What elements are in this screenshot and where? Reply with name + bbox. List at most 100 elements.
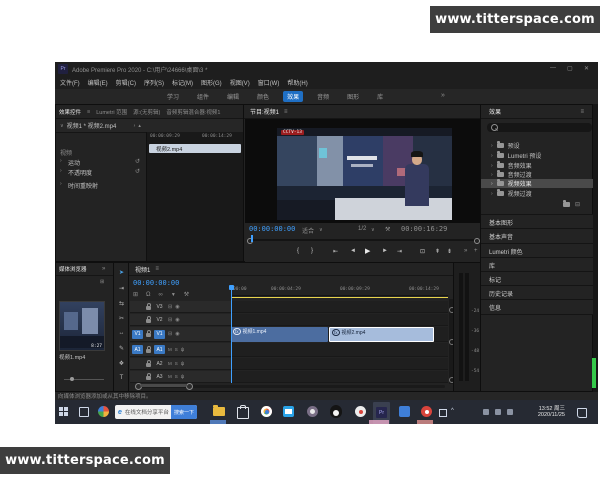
tab-lumetri-scopes[interactable]: Lumetri 范围 — [96, 108, 127, 116]
lock-icon[interactable] — [146, 372, 151, 380]
hscroll-thumb[interactable] — [140, 384, 187, 387]
minimize-button[interactable]: — — [550, 65, 556, 71]
timeline-playhead-line[interactable] — [231, 287, 232, 383]
lift-button[interactable]: ⇞ — [435, 248, 440, 255]
reset-icon[interactable]: ↺ — [135, 168, 140, 175]
playback-resolution-dropdown[interactable]: 1/2 — [358, 226, 366, 232]
track-lane-v3[interactable] — [231, 301, 448, 313]
bin-video-effects-selected[interactable]: › 视频效果 — [481, 179, 598, 188]
razor-tool[interactable]: ✂ — [114, 315, 129, 322]
tab-media-browser[interactable]: 媒体浏览器 — [59, 265, 99, 273]
hscroll-right-handle[interactable] — [186, 383, 193, 390]
go-to-out-button[interactable]: ⇥ — [397, 248, 402, 255]
button-editor-overflow-icon[interactable]: » — [464, 248, 467, 254]
voiceover-mic-icon[interactable]: ψ — [181, 374, 185, 380]
tab-overflow-icon[interactable]: » — [102, 266, 105, 272]
tab-program-monitor[interactable]: 节目:视频1 — [250, 107, 279, 116]
workspace-tab-libraries[interactable]: 库 — [373, 91, 387, 102]
solo-button[interactable]: S — [175, 374, 178, 379]
toggle-track-output-eye-icon[interactable]: ◉ — [175, 331, 179, 337]
new-bin-icon[interactable] — [563, 200, 570, 207]
tab-effects[interactable]: 效果 — [489, 107, 501, 116]
tab-libraries[interactable]: 库 — [481, 257, 598, 272]
effect-opacity[interactable]: 不透明度 — [68, 168, 92, 177]
chevron-down-icon[interactable]: ∨ — [60, 123, 64, 129]
chevron-right-icon[interactable]: › — [60, 158, 62, 164]
collapse-icon[interactable]: ▴ — [138, 123, 141, 129]
workspace-tab-audio[interactable]: 音频 — [313, 91, 333, 102]
voiceover-mic-icon[interactable]: ψ — [181, 361, 185, 367]
bin-video-transitions[interactable]: › 视频过渡 — [481, 189, 598, 198]
ripple-edit-tool[interactable]: ⇆ — [114, 300, 129, 307]
toggle-track-output-eye-icon[interactable]: ◉ — [175, 317, 179, 323]
panel-menu-icon[interactable]: ≡ — [87, 109, 90, 115]
add-button-icon[interactable]: + — [474, 248, 478, 254]
effects-search-box[interactable] — [487, 123, 592, 132]
mute-button[interactable]: M — [168, 361, 172, 366]
sync-lock-icon[interactable]: ⊟ — [168, 304, 172, 310]
red-app-icon[interactable] — [421, 406, 432, 417]
bin-audio-transitions[interactable]: › 音频过渡 — [481, 170, 598, 179]
tab-info[interactable]: 信息 — [481, 299, 598, 315]
hand-tool[interactable]: ❖ — [114, 360, 129, 367]
settings-wrench-icon[interactable]: ⚒ — [385, 226, 390, 233]
chevron-down-icon[interactable]: ∨ — [371, 227, 375, 233]
program-current-timecode[interactable]: 00:00:00:00 — [249, 225, 295, 233]
mark-out-button[interactable]: } — [311, 248, 313, 254]
tab-source-monitor[interactable]: 源:(无剪辑) — [133, 108, 160, 116]
weather-app-icon[interactable] — [307, 406, 318, 417]
chevron-right-icon[interactable]: › — [60, 168, 62, 174]
track-lane-v2[interactable] — [231, 314, 448, 326]
bin-presets[interactable]: › 预设 — [481, 141, 598, 150]
chrome-icon[interactable] — [261, 406, 272, 417]
slip-tool[interactable]: ↔ — [114, 330, 129, 336]
menu-edit[interactable]: 编辑(E) — [88, 78, 108, 87]
clip-filename[interactable]: 视频1.mp4 — [59, 353, 85, 361]
mail-icon[interactable] — [283, 406, 294, 417]
thumbnail-view-icon[interactable]: ⊞ — [100, 279, 104, 285]
track-name[interactable]: A1 — [154, 345, 165, 354]
menu-help[interactable]: 帮助(H) — [287, 78, 307, 87]
bin-audio-effects[interactable]: › 音频效果 — [481, 161, 598, 170]
track-name[interactable]: A2 — [154, 359, 165, 368]
menu-file[interactable]: 文件(F) — [60, 78, 80, 87]
mute-button[interactable]: M — [168, 347, 172, 352]
workspace-tab-graphics[interactable]: 图形 — [343, 91, 363, 102]
chevron-right-icon[interactable]: › — [491, 191, 493, 197]
track-header-a3[interactable]: A3 M S ψ — [130, 371, 231, 383]
snap-icon[interactable]: Ω — [146, 292, 151, 298]
blue-app-icon[interactable] — [399, 406, 410, 417]
track-header-v2[interactable]: V2 ⊟ ◉ — [130, 314, 231, 326]
track-lane-a3[interactable] — [231, 371, 448, 383]
track-name[interactable]: V1 — [154, 329, 165, 339]
workspace-tab-assembly[interactable]: 组件 — [193, 91, 213, 102]
tab-essential-graphics[interactable]: 基本图形 — [481, 214, 598, 229]
start-button-windows-icon[interactable] — [59, 407, 68, 416]
pinwheel-app-icon[interactable] — [98, 406, 109, 417]
delete-icon[interactable]: ⊟ — [575, 201, 580, 208]
taskbar-search-box[interactable]: e 在线文档分享平台 搜索一下 — [115, 405, 197, 419]
menu-clip[interactable]: 剪辑(C) — [116, 78, 136, 87]
play-around-icon[interactable]: › — [134, 123, 136, 129]
add-marker-icon[interactable]: ▼ — [171, 292, 176, 298]
track-name[interactable]: V2 — [154, 315, 165, 324]
track-header-v1[interactable]: V1 V1 ⊟ ◉ — [130, 327, 231, 342]
chevron-right-icon[interactable]: › — [491, 172, 493, 178]
tray-expand-caret-icon[interactable]: ^ — [451, 408, 454, 414]
linked-selection-icon[interactable]: ∞ — [159, 292, 163, 298]
source-patch-a1[interactable]: A1 — [132, 345, 143, 354]
sync-lock-icon[interactable]: ⊟ — [168, 331, 172, 337]
chevron-right-icon[interactable]: › — [491, 163, 493, 169]
task-view-icon[interactable] — [79, 407, 89, 417]
lock-icon[interactable] — [146, 359, 151, 367]
tab-effect-controls[interactable]: 效果控件 — [59, 108, 81, 116]
sync-lock-icon[interactable]: ⊟ — [168, 317, 172, 323]
tray-icon[interactable] — [483, 409, 489, 415]
track-name[interactable]: V3 — [154, 302, 165, 311]
qq-icon[interactable] — [330, 405, 342, 418]
export-frame-button[interactable]: ⊡ — [420, 248, 425, 255]
taskbar-clock[interactable]: 13:52 周三 2020/11/25 — [523, 404, 565, 418]
file-explorer-icon[interactable] — [213, 405, 225, 416]
reset-icon[interactable]: ↺ — [135, 158, 140, 165]
timeline-timecode[interactable]: 00:00:00:00 — [133, 279, 179, 287]
